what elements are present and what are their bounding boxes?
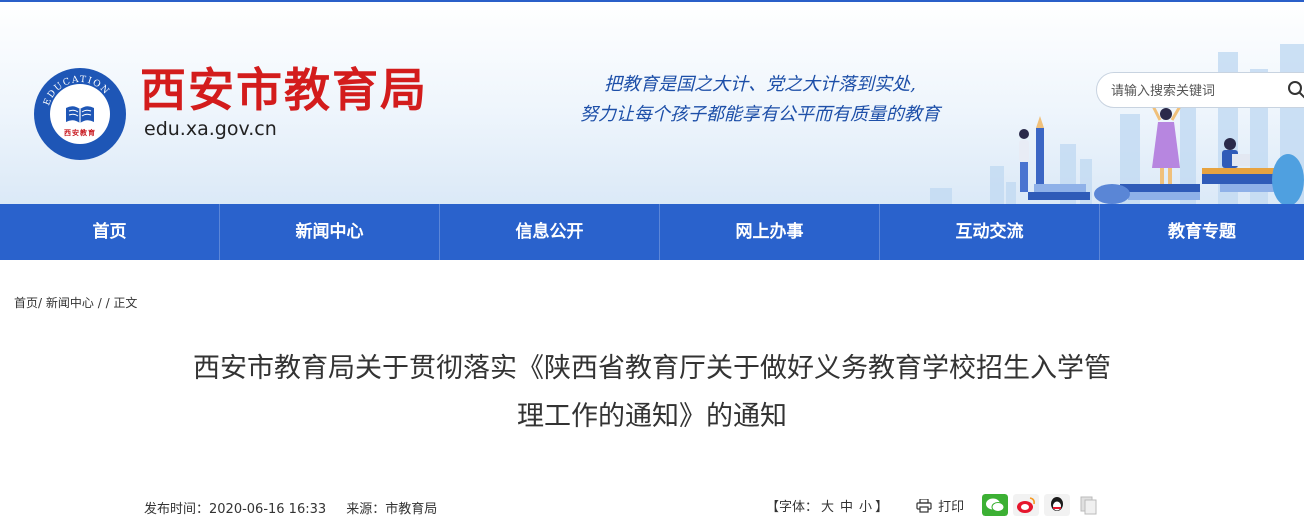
- bg-building: [930, 188, 952, 204]
- site-domain: edu.xa.gov.cn: [144, 116, 277, 142]
- pencil-tip: [1036, 116, 1044, 128]
- printer-icon: [916, 499, 932, 513]
- logo-inner-circle: 西安教育: [50, 84, 110, 144]
- breadcrumb-separator: /: [38, 296, 46, 310]
- person-mid-leg: [1168, 168, 1172, 184]
- site-title[interactable]: 西安市教育局: [140, 62, 428, 118]
- breadcrumb-home[interactable]: 首页: [14, 296, 38, 310]
- person-left-legs: [1020, 162, 1028, 192]
- site-header: EDUCATION 西安教育 西安市教育局 edu.xa.gov.cn 把教育是…: [0, 0, 1304, 204]
- person-mid-head: [1160, 108, 1172, 120]
- article-title: 西安市教育局关于贯彻落实《陕西省教育厅关于做好义务教育学校招生入学管 理工作的通…: [120, 345, 1184, 441]
- print-label: 打印: [938, 496, 964, 515]
- article-title-line-2: 理工作的通知》的通知: [120, 393, 1184, 441]
- person-left-body: [1019, 140, 1029, 162]
- font-size-medium-button[interactable]: 中: [840, 500, 853, 515]
- person-mid-leg: [1160, 168, 1164, 184]
- search-icon[interactable]: [1287, 80, 1304, 100]
- logo-label: 西安教育: [50, 128, 110, 138]
- slogan-line-1: 把教育是国之大计、党之大计落到实处,: [540, 70, 980, 100]
- person-right-head: [1224, 138, 1236, 150]
- article-title-line-1: 西安市教育局关于贯彻落实《陕西省教育厅关于做好义务教育学校招生入学管: [120, 345, 1184, 393]
- article-meta: 发布时间：2020-06-16 16:33 来源：市教育局: [144, 498, 453, 517]
- breadcrumb-current: 正文: [113, 296, 137, 310]
- breadcrumb-news[interactable]: 新闻中心: [46, 296, 94, 310]
- nav-item-news[interactable]: 新闻中心: [220, 204, 440, 260]
- nav-item-online-services[interactable]: 网上办事: [660, 204, 880, 260]
- copy-share-icon[interactable]: [1075, 494, 1101, 516]
- person-left-head: [1019, 129, 1029, 139]
- open-book-icon: [64, 102, 96, 126]
- person-mid-dress: [1152, 122, 1180, 168]
- nav-item-education-topics[interactable]: 教育专题: [1100, 204, 1304, 260]
- nav-item-home[interactable]: 首页: [0, 204, 220, 260]
- search-input[interactable]: [1109, 80, 1283, 102]
- plant-illustration: [1272, 154, 1304, 204]
- article-tools: 【字体：大中小】 打印: [766, 496, 964, 515]
- desk-illustration: [1202, 168, 1282, 174]
- slogan-line-2: 努力让每个孩子都能享有公平而有质量的教育: [540, 100, 980, 130]
- slogan: 把教育是国之大计、党之大计落到实处, 努力让每个孩子都能享有公平而有质量的教育: [540, 70, 980, 130]
- share-buttons: [982, 494, 1106, 516]
- breadcrumb-separator: / /: [94, 296, 114, 310]
- main-nav: 首页 新闻中心 信息公开 网上办事 互动交流 教育专题: [0, 204, 1304, 260]
- book-stack: [1028, 192, 1090, 200]
- nav-item-info-disclosure[interactable]: 信息公开: [440, 204, 660, 260]
- header-illustration: [980, 30, 1304, 204]
- font-size-prefix: 【字体：: [766, 500, 818, 515]
- book-stack: [1128, 192, 1200, 200]
- print-button[interactable]: 打印: [916, 496, 964, 515]
- site-logo[interactable]: EDUCATION 西安教育: [34, 68, 126, 160]
- font-size-small-button[interactable]: 小: [859, 500, 872, 515]
- font-size-large-button[interactable]: 大: [821, 500, 834, 515]
- breadcrumb: 首页/ 新闻中心 / / 正文: [14, 294, 137, 311]
- wechat-share-icon[interactable]: [982, 494, 1008, 516]
- nav-item-interaction[interactable]: 互动交流: [880, 204, 1100, 260]
- header-top-line: [0, 0, 1304, 2]
- weibo-share-icon[interactable]: [1013, 494, 1039, 516]
- book-stack: [1034, 184, 1086, 192]
- laptop-illustration: [1232, 154, 1250, 166]
- search-box: [1096, 72, 1304, 108]
- plant-illustration: [1094, 184, 1130, 204]
- qq-share-icon[interactable]: [1044, 494, 1070, 516]
- font-size-selector: 【字体：大中小】: [766, 496, 888, 515]
- book-stack: [1202, 174, 1282, 184]
- font-size-suffix: 】: [875, 500, 888, 515]
- book-stack: [1120, 184, 1200, 192]
